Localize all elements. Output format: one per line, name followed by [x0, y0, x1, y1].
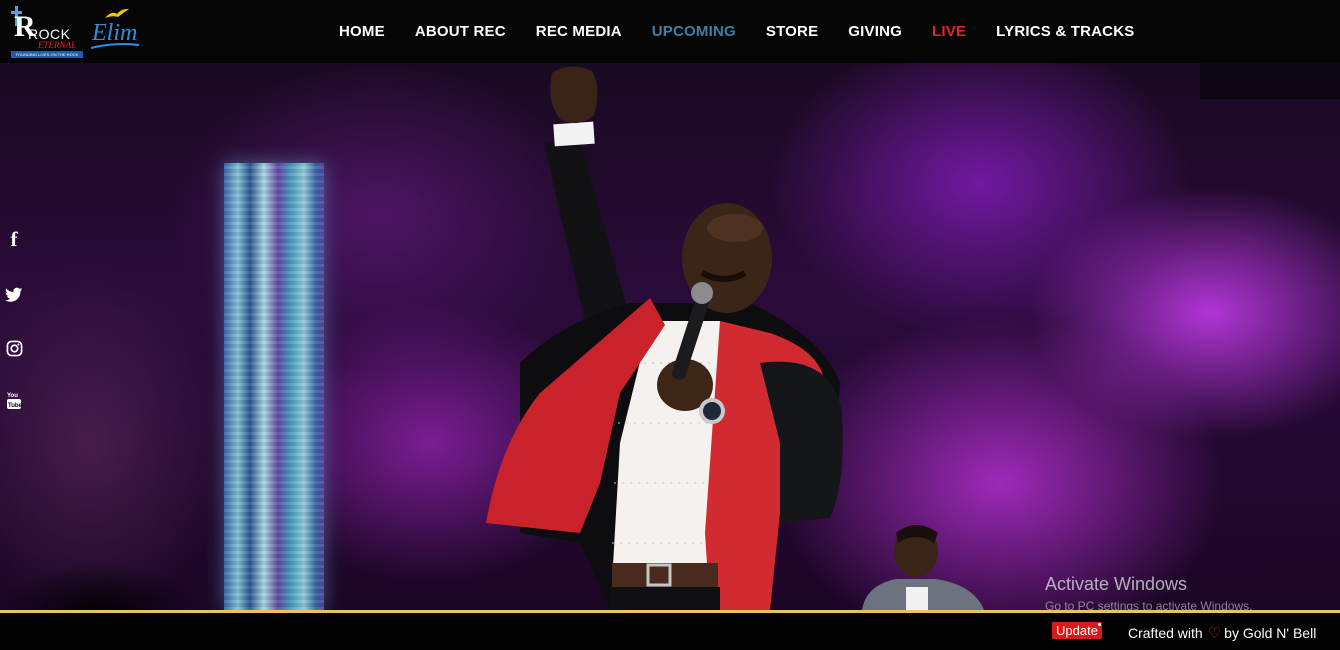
nav-upcoming[interactable]: UPCOMING [652, 23, 736, 40]
nav-live[interactable]: LIVE [932, 23, 966, 40]
footer-credit: Crafted with ♡ by Gold N' Bell [1128, 624, 1316, 642]
svg-text:Tube: Tube [8, 403, 22, 409]
nav-rec-media[interactable]: REC MEDIA [536, 23, 622, 40]
credit-prefix: Crafted with [1128, 625, 1203, 641]
hero-top-band [1200, 63, 1340, 99]
nav-home[interactable]: HOME [339, 23, 385, 40]
site-footer: Update Crafted with ♡ by Gold N' Bell [0, 613, 1340, 650]
watermark-subtitle: Go to PC settings to activate Windows. [1045, 599, 1253, 610]
band-member-figure [862, 525, 984, 610]
heart-icon: ♡ [1207, 625, 1222, 642]
rock-eternal-logo[interactable]: R ROCK ETERNAL FOUNDING LIVES ON THE ROC… [6, 6, 83, 58]
credit-suffix[interactable]: by Gold N' Bell [1224, 625, 1316, 641]
facebook-icon[interactable]: f [4, 227, 24, 251]
update-button[interactable]: Update [1052, 622, 1102, 639]
rock-logo-sub: ETERNAL [38, 40, 77, 50]
youtube-icon[interactable]: You Tube [4, 389, 24, 411]
performer-figure [486, 66, 843, 610]
twitter-icon[interactable] [4, 284, 24, 306]
led-screen-panel [224, 163, 324, 610]
instagram-icon[interactable] [4, 337, 24, 359]
watermark-title: Activate Windows [1045, 574, 1188, 594]
nav-giving[interactable]: GIVING [848, 23, 902, 40]
dove-icon [105, 8, 129, 18]
notification-dot [1097, 623, 1101, 626]
activate-windows-watermark: Activate Windows Go to PC settings to ac… [1045, 574, 1252, 610]
site-header: R ROCK ETERNAL FOUNDING LIVES ON THE ROC… [0, 0, 1340, 63]
nav-store[interactable]: STORE [766, 23, 818, 40]
stage-shadow [0, 563, 200, 610]
main-nav: HOME ABOUT REC REC MEDIA UPCOMING STORE … [324, 0, 1149, 63]
elim-logo[interactable]: Elim [88, 8, 144, 54]
svg-text:You: You [7, 393, 18, 399]
nav-about-rec[interactable]: ABOUT REC [415, 23, 506, 40]
nav-lyrics-tracks[interactable]: LYRICS & TRACKS [996, 23, 1134, 40]
update-label: Update [1056, 623, 1098, 638]
hero-banner: Activate Windows Go to PC settings to ac… [0, 63, 1340, 610]
rock-logo-tagline: FOUNDING LIVES ON THE ROCK [11, 51, 83, 58]
swoosh-icon [90, 43, 140, 49]
